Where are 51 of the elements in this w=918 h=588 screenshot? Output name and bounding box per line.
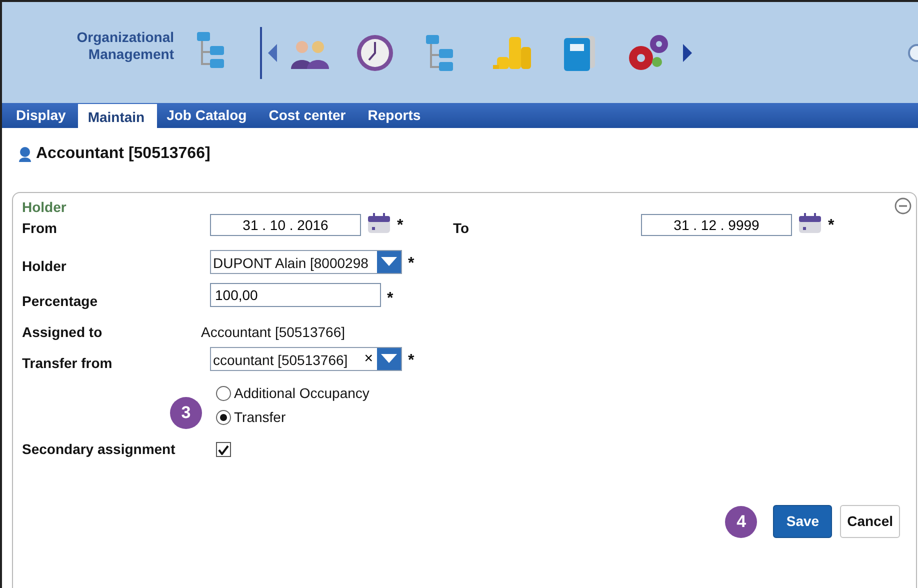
radio-button[interactable] — [216, 410, 231, 424]
book-icon[interactable] — [563, 34, 597, 72]
right-arrow-icon[interactable] — [683, 44, 693, 62]
collapse-icon[interactable] — [894, 197, 912, 215]
save-button[interactable]: Save — [773, 505, 832, 538]
required-mark: * — [397, 218, 404, 234]
date-field[interactable]: 31 . 12 . 9999 — [641, 214, 792, 236]
clear-button[interactable]: × — [360, 348, 377, 370]
page-title: Accountant [50513766] — [36, 144, 210, 164]
dropdown-button[interactable] — [377, 251, 401, 273]
panel-title: Holder — [22, 198, 66, 217]
required-mark: * — [828, 218, 834, 234]
required-mark: * — [408, 256, 414, 272]
gears-icon[interactable] — [627, 34, 669, 72]
field-label: Percentage — [22, 293, 98, 309]
required-mark: * — [408, 353, 414, 369]
field-label: To — [453, 220, 470, 236]
radio-label: Additional Occupancy — [234, 384, 370, 403]
date-field[interactable]: 31 . 10 . 2016 — [210, 214, 361, 236]
tab[interactable]: Reports — [358, 104, 433, 128]
cancel-button[interactable]: Cancel — [840, 505, 900, 538]
text-field[interactable]: 100,00 — [210, 283, 381, 307]
tab[interactable]: Cost center — [258, 104, 358, 128]
field-label: Holder — [22, 258, 66, 274]
search-icon[interactable] — [906, 44, 918, 62]
calendar-icon[interactable] — [367, 212, 391, 234]
dropdown-button[interactable] — [377, 348, 401, 370]
step-badge: 4 — [725, 506, 758, 538]
person-icon — [18, 146, 32, 162]
dropdown-field[interactable]: DUPONT Alain [8000298 — [210, 250, 402, 274]
tab[interactable]: Job Catalog — [156, 104, 259, 128]
dropdown-field[interactable]: ccountant [50513766] × — [210, 347, 402, 371]
checkbox[interactable] — [216, 442, 231, 457]
calendar-icon[interactable] — [798, 212, 822, 234]
field-label: From — [22, 220, 57, 236]
tab[interactable]: Display — [6, 104, 78, 128]
app-title: Organizational Management — [76, 28, 174, 62]
step-badge: 3 — [170, 397, 202, 429]
check-icon — [218, 444, 229, 454]
field-label: Transfer from — [22, 355, 112, 371]
caret-icon — [381, 257, 397, 267]
clock-icon[interactable] — [355, 32, 395, 72]
radio-label: Transfer — [234, 408, 286, 426]
required-mark: * — [387, 291, 394, 307]
field-value: Accountant [50513766] — [201, 323, 346, 342]
field-label: Assigned to — [22, 324, 102, 340]
radio-button[interactable] — [216, 386, 231, 400]
field-label: Secondary assignment — [22, 441, 176, 457]
caret-icon — [381, 354, 397, 364]
left-arrow-icon[interactable] — [268, 44, 278, 62]
tab[interactable]: Maintain — [78, 104, 157, 128]
